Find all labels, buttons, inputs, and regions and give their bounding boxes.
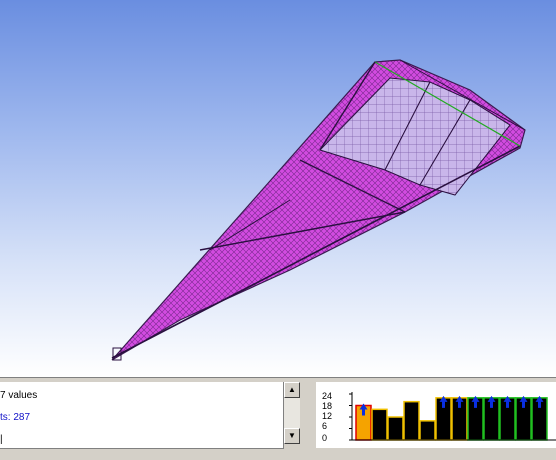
graphics-viewport[interactable] xyxy=(0,0,556,377)
histogram-panel[interactable]: 24 18 12 6 0 xyxy=(316,382,556,448)
histogram-bar xyxy=(419,420,436,441)
histogram-bar xyxy=(387,416,404,441)
wing-mesh-model[interactable] xyxy=(0,0,556,377)
scroll-down-icon[interactable]: ▼ xyxy=(284,428,300,444)
message-log[interactable]: 7 values ts: 287 | xyxy=(0,382,284,449)
log-line: | xyxy=(0,434,3,445)
log-line-points: ts: 287 xyxy=(0,412,31,423)
scroll-up-icon[interactable]: ▲ xyxy=(284,382,300,398)
histogram-bar xyxy=(371,408,388,441)
histogram-chart[interactable] xyxy=(316,382,556,448)
bottom-panel: 7 values ts: 287 | ▲ ▼ 24 18 12 6 0 xyxy=(0,377,556,460)
log-scrollbar[interactable]: ▲ ▼ xyxy=(284,382,300,444)
log-line: 7 values xyxy=(0,390,38,401)
histogram-bar xyxy=(403,400,420,441)
